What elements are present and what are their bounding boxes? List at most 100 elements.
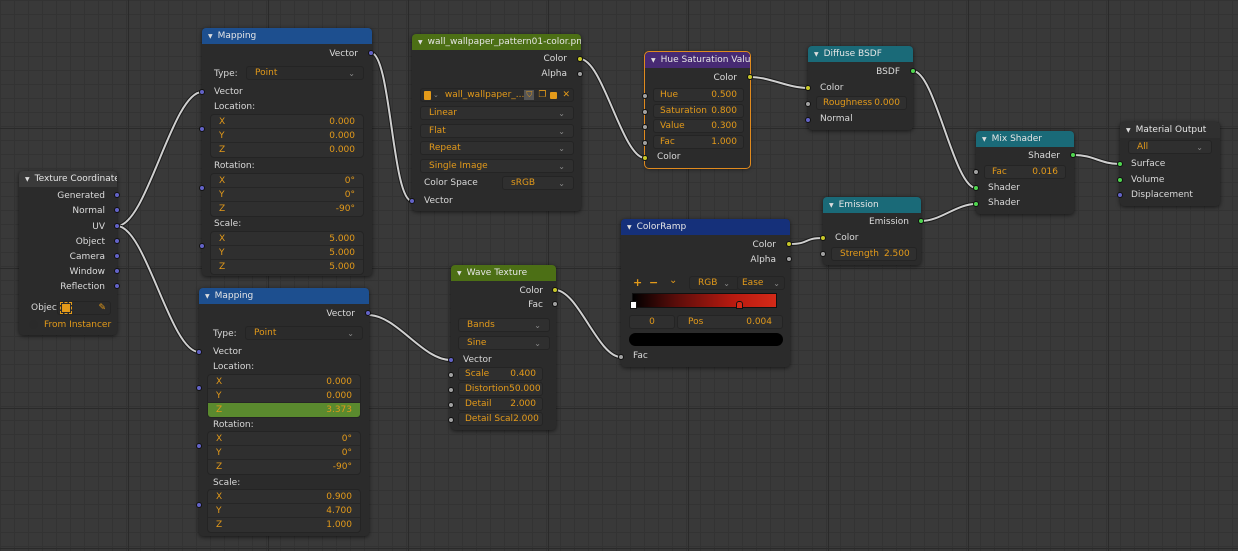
socket-color-in[interactable] — [642, 155, 648, 161]
socket-scale[interactable] — [196, 502, 202, 508]
socket-displacement-in[interactable] — [1117, 192, 1123, 198]
collapse-icon[interactable]: ▼ — [651, 57, 656, 64]
close-icon[interactable]: ✕ — [562, 90, 570, 100]
socket-location[interactable] — [196, 385, 202, 391]
socket-roughness[interactable] — [805, 101, 811, 107]
detail-field[interactable]: Detail 2.000 — [458, 397, 543, 411]
fake-user-icon[interactable]: ⛉ — [524, 90, 535, 100]
node-diffuse-bsdf[interactable]: ▼ Diffuse BSDF BSDF Color Roughness 0.000 … — [805, 46, 916, 130]
link-diffuse-mix[interactable] — [912, 70, 977, 189]
color-mode-dropdown[interactable]: RGB ⌄ — [689, 276, 739, 290]
collapse-icon[interactable]: ▼ — [418, 39, 423, 46]
socket-saturation[interactable] — [642, 109, 648, 115]
remove-stop-button[interactable]: − — [649, 276, 658, 289]
collapse-icon[interactable]: ▼ — [829, 202, 834, 209]
socket-vector-in[interactable] — [448, 357, 454, 363]
detail-scale-field[interactable]: Detail Scal 2.000 — [458, 412, 543, 426]
stop-color-swatch[interactable] — [629, 333, 783, 346]
color-ramp-gradient[interactable] — [632, 293, 777, 308]
rotation-fields[interactable]: X 0° Y 0° Z -90° — [210, 173, 364, 217]
socket-normal[interactable] — [114, 207, 120, 213]
link-mapping1-image[interactable] — [370, 52, 413, 202]
socket-color-in[interactable] — [805, 85, 811, 91]
socket-vector-in[interactable] — [409, 198, 415, 204]
projection-dropdown[interactable]: Flat ⌄ — [420, 124, 574, 138]
collapse-icon[interactable]: ▼ — [814, 51, 819, 58]
collapse-icon[interactable]: ▼ — [457, 270, 462, 277]
interpolation-dropdown[interactable]: Linear ⌄ — [420, 106, 574, 120]
folder-icon[interactable] — [550, 91, 558, 99]
color-stop-handle[interactable] — [629, 301, 637, 309]
socket-uv[interactable] — [114, 223, 120, 229]
scale-y[interactable]: Y 5.000 — [211, 246, 363, 260]
socket-window[interactable] — [114, 268, 120, 274]
socket-object[interactable] — [114, 238, 120, 244]
socket-alpha-out[interactable] — [786, 256, 792, 262]
scale-z[interactable]: Z 5.000 — [211, 260, 363, 274]
node-mix-shader[interactable]: ▼ Mix Shader Shader Fac 0.016 Shader Shade… — [973, 131, 1076, 214]
node-header[interactable]: ▼ Wave Texture — [451, 265, 556, 281]
scale-fields[interactable]: X 0.900 Y 4.700 Z 1.000 — [207, 489, 361, 533]
socket-fac[interactable] — [973, 169, 979, 175]
socket-volume-in[interactable] — [1117, 177, 1123, 183]
socket-color-in[interactable] — [820, 235, 826, 241]
image-icon[interactable] — [424, 90, 431, 100]
collapse-icon[interactable]: ▼ — [208, 33, 213, 40]
add-stop-button[interactable]: + — [633, 276, 642, 289]
profile-dropdown[interactable]: Sine ⌄ — [458, 336, 550, 350]
image-name[interactable]: wall_wallpaper_... — [445, 90, 525, 100]
socket-vector-out[interactable] — [368, 50, 374, 56]
rotation-x[interactable]: X 0° — [208, 432, 360, 446]
node-header[interactable]: ▼ Material Output — [1120, 122, 1220, 138]
color-stop-handle[interactable] — [736, 301, 744, 309]
socket-strength[interactable] — [820, 251, 826, 257]
rotation-x[interactable]: X 0° — [211, 174, 363, 188]
stop-index-field[interactable]: 0 — [629, 315, 675, 329]
collapse-icon[interactable]: ▼ — [1126, 127, 1131, 134]
scale-field[interactable]: Scale 0.400 — [458, 367, 543, 381]
location-y[interactable]: Y 0.000 — [211, 129, 363, 143]
socket-bsdf-out[interactable] — [910, 68, 916, 74]
node-header[interactable]: ▼ Mapping — [199, 288, 369, 304]
fac-field[interactable]: Fac 0.016 — [984, 165, 1066, 179]
location-fields[interactable]: X 0.000 Y 0.000 Z 3.373 — [207, 374, 361, 418]
rotation-fields[interactable]: X 0° Y 0° Z -90° — [207, 431, 361, 475]
location-z[interactable]: Z 0.000 — [211, 143, 363, 157]
link-hsv-diffuse[interactable] — [749, 76, 809, 89]
roughness-field[interactable]: Roughness 0.000 — [816, 96, 907, 110]
interpolation-dropdown[interactable]: Ease ⌄ — [737, 276, 785, 290]
node-mapping-1[interactable]: ▼ Mapping Vector Type: Point ⌄ Vector Loca… — [199, 28, 374, 276]
rotation-z[interactable]: Z -90° — [208, 460, 360, 474]
socket-color-out[interactable] — [552, 287, 558, 293]
location-x[interactable]: X 0.000 — [211, 115, 363, 129]
socket-normal-in[interactable] — [805, 117, 811, 123]
socket-scale[interactable] — [448, 372, 454, 378]
rotation-y[interactable]: Y 0° — [211, 188, 363, 202]
location-x[interactable]: X 0.000 — [208, 375, 360, 389]
link-mapping2-wave[interactable] — [367, 314, 452, 361]
distortion-field[interactable]: Distortion 50.000 — [458, 382, 543, 396]
node-material-output[interactable]: ▼ Material Output All ⌄ Surface Volume Dis… — [1117, 122, 1220, 206]
hue-field[interactable]: Hue 0.500 — [653, 88, 744, 102]
source-dropdown[interactable]: Single Image ⌄ — [420, 159, 574, 173]
node-header[interactable]: ▼ Emission — [823, 197, 921, 213]
socket-color-out[interactable] — [786, 241, 792, 247]
node-mapping-2[interactable]: ▼ Mapping Vector Type: Point ⌄ Vector Loca… — [196, 288, 371, 536]
socket-color-out[interactable] — [747, 74, 753, 80]
type-dropdown[interactable]: Point ⌄ — [245, 326, 363, 340]
scale-y[interactable]: Y 4.700 — [208, 504, 360, 518]
from-instancer-checkbox[interactable]: From Instancer — [29, 318, 111, 331]
collapse-icon[interactable]: ▼ — [25, 176, 30, 183]
node-header[interactable]: ▼ wall_wallpaper_pattern01-color.png — [412, 34, 581, 50]
node-color-ramp[interactable]: ▼ ColorRamp Color Alpha + − ⌄ RGB ⌄ Ease ⌄ … — [618, 219, 792, 367]
socket-rotation[interactable] — [196, 443, 202, 449]
socket-detail[interactable] — [448, 402, 454, 408]
socket-detail-scale[interactable] — [448, 417, 454, 423]
location-fields[interactable]: X 0.000 Y 0.000 Z 0.000 — [210, 114, 364, 158]
socket-shader-in-1[interactable] — [973, 185, 979, 191]
link-emission-mix[interactable] — [920, 203, 977, 222]
socket-hue[interactable] — [642, 93, 648, 99]
type-dropdown[interactable]: Point ⌄ — [246, 66, 364, 80]
socket-vector-in[interactable] — [196, 349, 202, 355]
node-wave-texture[interactable]: ▼ Wave Texture Color Fac Bands ⌄ Sine ⌄ Vec… — [448, 265, 558, 430]
